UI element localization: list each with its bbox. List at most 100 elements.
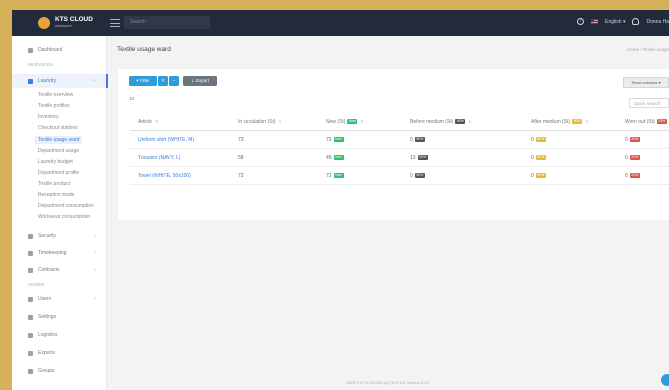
sidebar-subitem[interactable]: Workwear consumption [38,214,90,220]
sidebar-section-services: SERVICES [28,62,54,67]
table-cell: 0 20% [617,148,669,167]
sidebar-item-label: Logistics [38,332,58,338]
column-header[interactable]: Article ⇅ [130,114,230,131]
sidebar-item-label: Exports [38,350,55,356]
column-header[interactable]: After medium (St) 50% ⇅ [523,114,617,131]
brand-logo-icon [38,17,50,29]
language-selector[interactable]: English ▾ [605,19,625,25]
sidebar-item-exports[interactable]: Exports [12,347,106,359]
sidebar-subitem[interactable]: Textile overview [38,92,73,98]
flag-icon [591,19,599,24]
sidebar-subitem[interactable]: Inventory [38,114,59,120]
export-button[interactable]: ⇣ Export [183,76,217,86]
table-cell: 73 [230,130,318,149]
sidebar-section-admin: ADMIN [28,282,44,287]
sidebar-subitem[interactable]: Checkout stations [38,125,78,131]
filter-button[interactable]: ▾ Filter [129,76,157,86]
sidebar-item-security[interactable]: Security › [12,230,106,242]
article-link[interactable]: Trousers (NAVY, L) [130,148,230,167]
sidebar-subitem[interactable]: Laundry budget [38,159,73,165]
sidebar-item-label: Laundry [38,78,57,84]
sidebar-subitem[interactable]: Textile profiles [38,103,70,109]
remove-filter-button[interactable]: − [169,76,179,86]
status-badge: 20% [656,119,667,125]
show-columns-button[interactable]: Show columns ▾ [623,77,669,88]
brand-logo[interactable]: KTS CLOUD workspace [38,16,93,29]
clock-icon [28,250,33,256]
clear-filter-button[interactable]: ✕ [158,76,168,86]
laundry-icon [28,78,33,84]
status-badge: New [347,119,358,125]
table-cell: 0 20% [617,130,669,149]
sidebar-item-contracts[interactable]: Contracts › [12,264,106,276]
breadcrumb[interactable]: Home / Textile usage [627,47,669,52]
table-cell: 0 50% [523,130,617,149]
column-header[interactable]: Before medium (St) 90% ⇅ [402,114,523,131]
column-header[interactable]: Worn out (St) 20% [617,114,669,131]
sort-icon: ⇅ [468,119,472,124]
search-input[interactable]: Search [124,16,210,29]
table-row: Uniform shirt (WHITE, M) 73 73 New 0 90% 0… [130,130,669,149]
article-link[interactable]: Towel (WHITE, 50x100) [130,166,230,185]
sidebar-item-settings[interactable]: Settings [12,311,106,323]
sidebar: Dashboard SERVICES Laundry ⌄ Textile over… [12,36,108,390]
column-header[interactable]: New (St) New ⇅ [318,114,402,131]
sidebar-item-laundry[interactable]: Laundry ⌄ [12,74,108,88]
sort-icon: ⇅ [360,119,364,124]
article-link[interactable]: Uniform shirt (WHITE, M) [130,130,230,149]
sidebar-subitem[interactable]: Department usage [38,148,79,154]
entries-select[interactable]: 10 [129,96,134,101]
sidebar-subitem[interactable]: Reception mode [38,192,74,198]
table-cell: 58 [230,148,318,167]
table-card: ▾ Filter ✕ − ⇣ Export Show columns ▾ 10 … [118,69,669,220]
table-row: Towel (WHITE, 50x100) 72 72 New 0 90% 0 50%… [130,166,669,185]
table-cell: 0 90% [402,166,523,185]
user-icon[interactable] [632,18,640,25]
sidebar-item-logistics[interactable]: Logistics [12,329,106,341]
status-badge: New [333,136,344,142]
status-badge: 50% [535,154,546,160]
user-name[interactable]: Donna Ha [646,19,669,25]
sort-icon: ⇅ [585,119,589,124]
status-badge: 90% [414,136,425,142]
sidebar-item-label: Users [38,296,52,302]
status-badge: 20% [629,136,640,142]
table-cell: 45 New [318,148,402,167]
help-icon[interactable]: ? [577,18,585,25]
sidebar-subitem-active[interactable]: Textile usage ward [35,136,83,144]
document-icon [28,267,33,273]
sidebar-subitem[interactable]: Department consumption [38,203,94,209]
sidebar-item-users[interactable]: Users › [12,293,106,305]
sidebar-item-dashboard[interactable]: Dashboard [12,44,106,56]
sidebar-item-timekeeping[interactable]: Timekeeping › [12,247,106,259]
status-badge: 90% [455,119,466,125]
sidebar-item-groups[interactable]: Groups [12,365,106,377]
app-window: KTS CLOUD workspace Search ? English ▾ Do… [12,10,669,390]
chevron-right-icon: › [94,296,96,302]
main-content: Textile usage ward Home / Textile usage … [106,36,669,390]
chevron-right-icon: › [94,250,96,256]
hamburger-menu-icon[interactable] [110,19,120,27]
table-cell: 0 90% [402,130,523,149]
data-table: Article ⇅ In circulation (St) ⇅ New (St) Ne… [130,114,669,185]
table-cell: 73 New [318,130,402,149]
status-badge: 50% [535,172,546,178]
folder-icon [28,368,33,374]
table-cell: 72 [230,166,318,185]
sidebar-item-label: Security [38,233,57,239]
sidebar-subitem[interactable]: Department profile [38,170,79,176]
close-icon [28,350,33,356]
status-badge: 90% [414,172,425,178]
chevron-down-icon: ⌄ [91,77,96,83]
column-header[interactable]: In circulation (St) ⇅ [230,114,318,131]
brand-subtitle: workspace [55,24,72,28]
sidebar-subitem[interactable]: Textile product [38,181,70,187]
status-badge: New [333,172,344,178]
table-search-input[interactable]: Quick search [629,98,669,108]
status-badge: 20% [629,172,640,178]
shield-icon [28,233,33,239]
topbar-right: ? English ▾ Donna Ha [577,18,669,25]
chat-bubble-icon[interactable] [661,374,669,386]
table-cell: 13 90% [402,148,523,167]
table-header-row: Article ⇅ In circulation (St) ⇅ New (St) Ne… [130,114,669,131]
